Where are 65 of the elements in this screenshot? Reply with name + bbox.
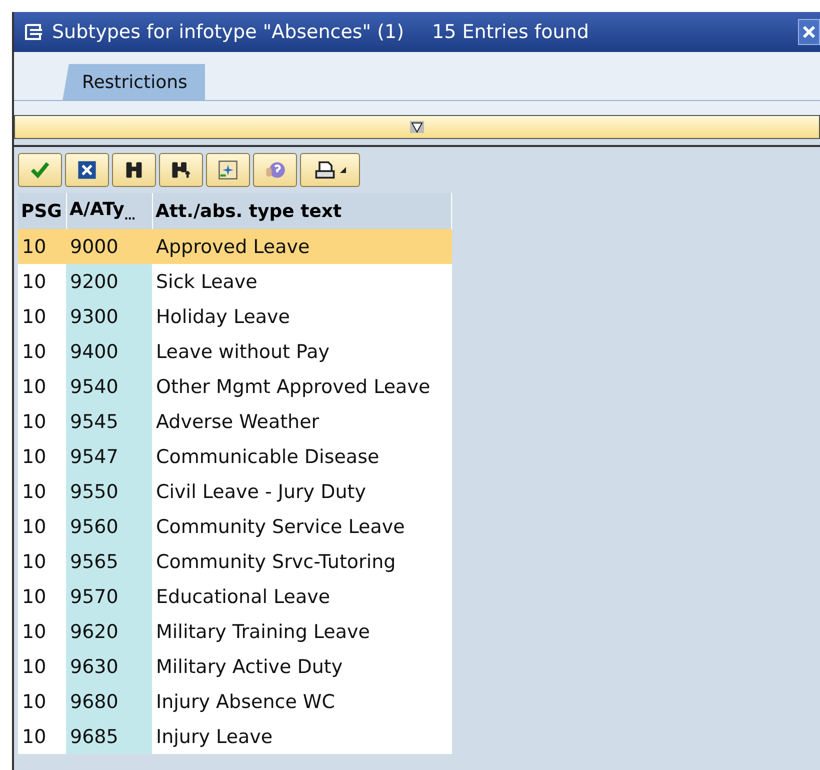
table-cell: 9680 bbox=[66, 684, 152, 719]
window-menu-icon[interactable] bbox=[24, 23, 44, 41]
table-cell: Communicable Disease bbox=[152, 439, 452, 474]
toolbar-button[interactable] bbox=[206, 153, 250, 187]
table-cell: 10 bbox=[18, 334, 66, 369]
table-cell: 9300 bbox=[66, 299, 152, 334]
table-cell: 10 bbox=[18, 719, 66, 754]
column-header[interactable]: Att./abs. type text bbox=[152, 193, 452, 229]
table-cell: Holiday Leave bbox=[152, 299, 452, 334]
table-cell: Sick Leave bbox=[152, 264, 452, 299]
table-cell: Military Active Duty bbox=[152, 649, 452, 684]
collapse-icon bbox=[410, 121, 424, 133]
table-cell: Injury Leave bbox=[152, 719, 452, 754]
table-cell: 9620 bbox=[66, 614, 152, 649]
table-cell: Approved Leave bbox=[152, 229, 452, 264]
printer-icon bbox=[314, 159, 336, 181]
collapse-bar[interactable] bbox=[14, 115, 820, 139]
window-title: Subtypes for infotype "Absences" (1) bbox=[52, 21, 404, 43]
toolbar-button[interactable] bbox=[159, 153, 203, 187]
table-cell: 10 bbox=[18, 649, 66, 684]
table-cell: 9400 bbox=[66, 334, 152, 369]
table-cell: Other Mgmt Approved Leave bbox=[152, 369, 452, 404]
table-cell: 9200 bbox=[66, 264, 152, 299]
table-cell: Adverse Weather bbox=[152, 404, 452, 439]
table-cell: 10 bbox=[18, 684, 66, 719]
table-cell: 9550 bbox=[66, 474, 152, 509]
table-cell: 10 bbox=[18, 439, 66, 474]
close-button[interactable] bbox=[798, 19, 820, 45]
column-header[interactable]: PSG bbox=[18, 193, 66, 229]
table-cell: 9565 bbox=[66, 544, 152, 579]
toolbar-button[interactable] bbox=[65, 153, 109, 187]
close-icon bbox=[802, 25, 816, 39]
close-icon bbox=[76, 159, 98, 181]
caret-icon bbox=[340, 167, 346, 173]
entries-count: 15 Entries found bbox=[432, 21, 589, 43]
table-cell: Civil Leave - Jury Duty bbox=[152, 474, 452, 509]
table-cell: Community Srvc-Tutoring bbox=[152, 544, 452, 579]
table-cell: 10 bbox=[18, 579, 66, 614]
table-cell: 9547 bbox=[66, 439, 152, 474]
table-cell: 10 bbox=[18, 264, 66, 299]
table-cell: 10 bbox=[18, 474, 66, 509]
table-cell: 10 bbox=[18, 299, 66, 334]
table-cell: 10 bbox=[18, 369, 66, 404]
table-cell: 10 bbox=[18, 404, 66, 439]
table-cell: 9685 bbox=[66, 719, 152, 754]
table-cell: 10 bbox=[18, 229, 66, 264]
table-cell: 9540 bbox=[66, 369, 152, 404]
table-cell: 9560 bbox=[66, 509, 152, 544]
table-cell: Leave without Pay bbox=[152, 334, 452, 369]
table-cell: 9570 bbox=[66, 579, 152, 614]
checkmark-icon bbox=[29, 159, 51, 181]
table-cell: 9545 bbox=[66, 404, 152, 439]
table-cell: 9000 bbox=[66, 229, 152, 264]
table-cell: Community Service Leave bbox=[152, 509, 452, 544]
table-cell: Military Training Leave bbox=[152, 614, 452, 649]
toolbar-button[interactable] bbox=[112, 153, 156, 187]
table-cell: 9630 bbox=[66, 649, 152, 684]
table-cell: Educational Leave bbox=[152, 579, 452, 614]
toolbar-button[interactable] bbox=[300, 153, 360, 187]
table-cell: 10 bbox=[18, 544, 66, 579]
table-cell: Injury Absence WC bbox=[152, 684, 452, 719]
table-cell: 10 bbox=[18, 509, 66, 544]
column-header[interactable]: A/ATy$_{…}$ bbox=[66, 193, 152, 229]
table-cell: 10 bbox=[18, 614, 66, 649]
sparkle-icon bbox=[217, 159, 239, 181]
